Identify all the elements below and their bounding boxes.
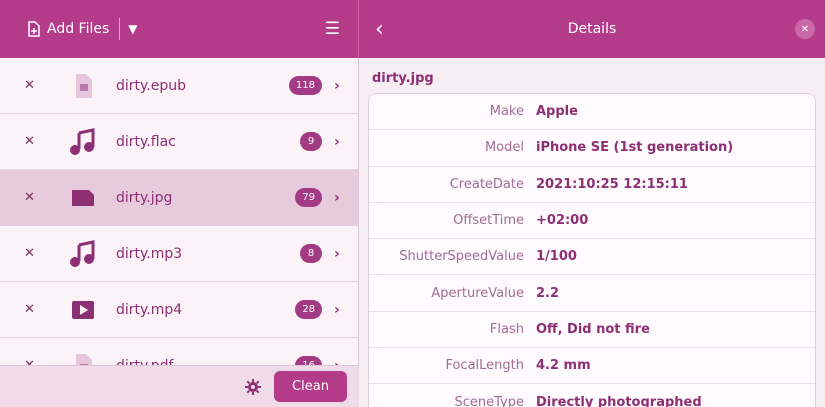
metadata-count-badge: 8: [300, 244, 322, 263]
metadata-card: Make Apple Model iPhone SE (1st generation)…: [368, 93, 816, 407]
metadata-row: FocalLength 4.2 mm: [369, 348, 815, 385]
details-header: ‹ Details ✕: [359, 0, 825, 58]
metadata-row: ApertureValue 2.2: [369, 275, 815, 312]
app-window: Add Files ▼ ☰ ‹ Details ✕ ✕ dirty.epub 118…: [0, 0, 825, 407]
files-header: Add Files ▼ ☰: [0, 0, 359, 58]
metadata-value: Directly photographed: [536, 394, 702, 407]
metadata-key: Flash: [489, 321, 524, 337]
metadata-count-badge: 79: [295, 188, 322, 207]
video-icon: [66, 293, 100, 327]
remove-file-icon[interactable]: ✕: [24, 78, 54, 93]
metadata-row: SceneType Directly photographed: [369, 384, 815, 407]
gear-icon: [245, 378, 261, 395]
file-row[interactable]: ✕ dirty.mp3 8 ›: [0, 226, 358, 282]
add-file-icon: [28, 21, 40, 37]
metadata-value: iPhone SE (1st generation): [536, 140, 734, 156]
metadata-key: Model: [484, 140, 524, 156]
metadata-key: CreateDate: [449, 176, 524, 192]
file-name: dirty.epub: [116, 77, 187, 94]
clean-button[interactable]: Clean: [274, 371, 347, 402]
music-icon: [66, 237, 100, 271]
file-row[interactable]: ✕ dirty.epub 118 ›: [0, 58, 358, 114]
back-chevron-icon[interactable]: ‹: [375, 17, 384, 42]
chevron-right-icon[interactable]: ›: [334, 246, 344, 262]
details-panel: dirty.jpg Make Apple Model iPhone SE (1st g…: [360, 58, 825, 407]
metadata-row: CreateDate 2021:10:25 12:15:11: [369, 167, 815, 203]
metadata-row: Model iPhone SE (1st generation): [369, 130, 815, 167]
metadata-key: ApertureValue: [431, 285, 524, 301]
chevron-right-icon[interactable]: ›: [334, 190, 344, 206]
settings-gear-icon[interactable]: [244, 378, 262, 396]
metadata-row: Make Apple: [369, 94, 815, 131]
metadata-key: OffsetTime: [453, 213, 524, 229]
file-row[interactable]: ✕ dirty.jpg 79 ›: [0, 170, 358, 226]
remove-file-icon[interactable]: ✕: [24, 190, 54, 205]
music-icon: [66, 125, 100, 159]
chevron-right-icon[interactable]: ›: [334, 78, 344, 94]
file-row[interactable]: ✕ dirty.mp4 28 ›: [0, 282, 358, 338]
details-title: Details: [567, 21, 617, 37]
file-name: dirty.flac: [116, 133, 176, 150]
metadata-row: OffsetTime +02:00: [369, 203, 815, 240]
metadata-value: 2021:10:25 12:15:11: [536, 176, 688, 192]
bottom-toolbar: Clean: [0, 365, 359, 407]
metadata-count-badge: 9: [300, 132, 322, 151]
chevron-right-icon[interactable]: ›: [334, 302, 344, 318]
remove-file-icon[interactable]: ✕: [24, 134, 54, 149]
metadata-key: FocalLength: [445, 358, 524, 374]
details-filename: dirty.jpg: [372, 71, 434, 86]
metadata-key: ShutterSpeedValue: [399, 249, 524, 265]
file-row[interactable]: ✕ dirty.flac 9 ›: [0, 114, 358, 170]
metadata-value: 2.2: [536, 285, 560, 301]
metadata-row: Flash Off, Did not fire: [369, 312, 815, 349]
metadata-value: +02:00: [536, 213, 589, 229]
file-name: dirty.mp3: [116, 245, 183, 262]
file-name: dirty.mp4: [116, 301, 183, 318]
header-bar: Add Files ▼ ☰ ‹ Details ✕: [0, 0, 825, 58]
chevron-right-icon[interactable]: ›: [334, 134, 344, 150]
metadata-count-badge: 28: [295, 300, 322, 319]
file-name: dirty.jpg: [116, 189, 173, 206]
remove-file-icon[interactable]: ✕: [24, 246, 54, 261]
metadata-value: 1/100: [536, 249, 577, 265]
metadata-value: Off, Did not fire: [536, 321, 650, 337]
main-menu-icon[interactable]: ☰: [325, 19, 340, 39]
close-icon[interactable]: ✕: [795, 19, 815, 39]
metadata-value: 4.2 mm: [536, 358, 591, 374]
remove-file-icon[interactable]: ✕: [24, 302, 54, 317]
metadata-value: Apple: [536, 104, 578, 120]
document-icon: [66, 69, 100, 103]
metadata-row: ShutterSpeedValue 1/100: [369, 239, 815, 276]
file-list: ✕ dirty.epub 118 › ✕ dirty.flac 9 › ✕ dirty.jpg 79…: [0, 58, 359, 407]
metadata-count-badge: 118: [288, 76, 322, 95]
metadata-key: SceneType: [454, 394, 525, 407]
add-files-button[interactable]: Add Files: [26, 21, 109, 37]
image-icon: [66, 181, 100, 215]
add-files-label: Add Files: [47, 21, 110, 37]
add-options-dropdown-icon[interactable]: ▼: [128, 22, 137, 36]
metadata-key: Make: [489, 104, 524, 120]
header-divider: [119, 18, 121, 40]
